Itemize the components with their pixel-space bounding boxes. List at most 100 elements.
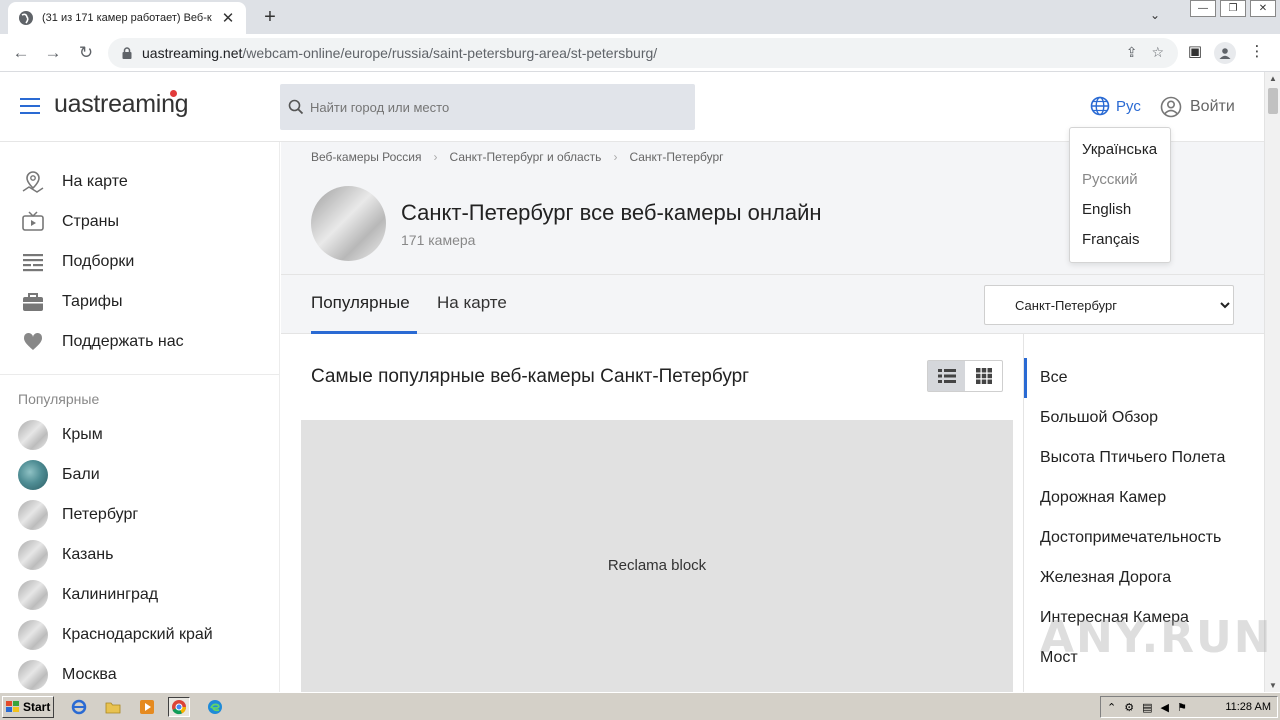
url-path: /webcam-online/europe/russia/saint-peter… xyxy=(242,45,658,61)
browser-tab-bar: (31 из 171 камер работает) Веб-к ✕ + ⌄ —… xyxy=(0,0,1280,34)
lang-option-ukrainian[interactable]: Українська xyxy=(1070,138,1170,168)
hamburger-menu-icon[interactable] xyxy=(20,98,40,114)
tab-popular[interactable]: Популярные xyxy=(311,293,410,313)
popular-item-label: Москва xyxy=(62,666,117,683)
search-box[interactable] xyxy=(280,84,695,130)
list-view-icon xyxy=(937,369,956,383)
new-tab-button[interactable]: + xyxy=(258,6,282,30)
list-view-button[interactable] xyxy=(928,361,965,391)
reload-icon[interactable]: ↻ xyxy=(75,43,97,65)
url-host: uastreaming.net xyxy=(142,45,243,61)
popular-item-kazan[interactable]: Казань xyxy=(0,535,279,575)
tab-title: (31 из 171 камер работает) Веб-к xyxy=(42,12,212,24)
heart-icon xyxy=(20,329,46,355)
lock-icon xyxy=(122,47,132,59)
tabs-row: Популярные На карте Санкт-Петербург xyxy=(281,274,1264,335)
login-button[interactable]: Войти xyxy=(1160,96,1235,118)
restore-button[interactable]: ❐ xyxy=(1220,0,1246,17)
place-thumbnail xyxy=(18,420,48,450)
profile-button[interactable] xyxy=(1214,42,1236,64)
sidebar-item-countries[interactable]: Страны xyxy=(0,202,279,242)
category-item[interactable]: Железная Дорога xyxy=(1040,558,1225,598)
grid-view-button[interactable] xyxy=(965,361,1002,391)
minimize-button[interactable]: — xyxy=(1190,0,1216,17)
breadcrumb-chevron-icon: › xyxy=(613,150,618,164)
tray-network-icon[interactable]: ▤ xyxy=(1142,701,1152,714)
sidebar-item-support[interactable]: Поддержать нас xyxy=(0,322,279,362)
ie-icon[interactable] xyxy=(68,697,90,717)
chrome-icon[interactable] xyxy=(168,697,190,717)
sidebar-item-label: Поддержать нас xyxy=(62,333,184,350)
popular-item-label: Петербург xyxy=(62,506,139,523)
site-logo[interactable]: uastreaming xyxy=(54,90,189,119)
breadcrumb-item-current: Санкт-Петербург xyxy=(629,150,724,164)
view-toggle xyxy=(927,360,1003,392)
sidebar: На карте Страны Подборки Тарифы Поддержа… xyxy=(0,142,280,692)
lang-option-russian[interactable]: Русский xyxy=(1070,168,1170,198)
tab-close-icon[interactable]: ✕ xyxy=(220,9,236,27)
sidepanel-icon[interactable]: ▣ xyxy=(1184,42,1206,64)
browser-tab[interactable]: (31 из 171 камер работает) Веб-к ✕ xyxy=(8,2,246,34)
popular-item-moscow[interactable]: Москва xyxy=(0,655,279,692)
grid-view-icon xyxy=(975,368,992,384)
language-button[interactable]: Рус xyxy=(1090,96,1141,116)
tray-expand-icon[interactable]: ⌃ xyxy=(1107,701,1116,714)
popular-item-petersburg[interactable]: Петербург xyxy=(0,495,279,535)
globe-favicon-icon xyxy=(19,11,33,25)
media-player-icon[interactable] xyxy=(136,697,158,717)
category-item-all[interactable]: Все xyxy=(1040,358,1225,398)
briefcase-icon xyxy=(20,289,46,315)
browser-menu-icon[interactable]: ⋮ xyxy=(1246,42,1268,64)
tray-volume-icon[interactable]: ◀ xyxy=(1161,701,1169,714)
category-item[interactable]: Высота Птичьего Полета xyxy=(1040,438,1225,478)
category-item[interactable]: Достопримечательность xyxy=(1040,518,1225,558)
folder-icon[interactable] xyxy=(102,697,124,717)
sidebar-item-map[interactable]: На карте xyxy=(0,162,279,202)
city-select[interactable]: Санкт-Петербург xyxy=(984,285,1234,325)
place-thumbnail xyxy=(18,540,48,570)
globe-icon xyxy=(1090,96,1110,116)
breadcrumb-item[interactable]: Веб-камеры Россия xyxy=(311,150,422,164)
lang-option-french[interactable]: Français xyxy=(1070,228,1170,258)
scroll-down-icon[interactable]: ▼ xyxy=(1269,681,1277,690)
popular-item-krasnodar[interactable]: Краснодарский край xyxy=(0,615,279,655)
language-dropdown: Українська Русский English Français xyxy=(1069,127,1171,263)
cameras-section: Самые популярные веб-камеры Санкт-Петерб… xyxy=(281,334,1023,692)
forward-arrow-icon[interactable]: → xyxy=(42,43,64,65)
category-item[interactable]: Большой Обзор xyxy=(1040,398,1225,438)
edge-icon[interactable] xyxy=(204,697,226,717)
tab-search-icon[interactable]: ⌄ xyxy=(1150,8,1160,22)
close-window-button[interactable]: ✕ xyxy=(1250,0,1276,17)
page-scrollbar[interactable]: ▲ ▼ xyxy=(1264,72,1280,692)
list-icon xyxy=(20,249,46,275)
sidebar-item-tariffs[interactable]: Тарифы xyxy=(0,282,279,322)
tray-tools-icon[interactable]: ⚙ xyxy=(1124,701,1134,714)
place-thumbnail xyxy=(18,580,48,610)
sidebar-item-label: Подборки xyxy=(62,253,135,270)
system-tray: ⌃ ⚙ ▤ ◀ ⚑ 11:28 AM xyxy=(1100,696,1278,718)
lang-option-english[interactable]: English xyxy=(1070,198,1170,228)
popular-item-crimea[interactable]: Крым xyxy=(0,415,279,455)
windows-taskbar: Start ⌃ ⚙ ▤ ◀ ⚑ 11:28 AM xyxy=(0,692,1280,720)
logo-dot-icon xyxy=(170,90,177,97)
windows-logo-icon xyxy=(6,701,19,712)
tray-flag-icon[interactable]: ⚑ xyxy=(1177,701,1187,714)
popular-item-kaliningrad[interactable]: Калининград xyxy=(0,575,279,615)
star-icon[interactable]: ☆ xyxy=(1151,44,1164,61)
scrollbar-thumb[interactable] xyxy=(1268,88,1278,114)
search-input[interactable] xyxy=(310,99,680,115)
sidebar-item-collections[interactable]: Подборки xyxy=(0,242,279,282)
popular-item-label: Калининград xyxy=(62,586,159,603)
breadcrumb-item[interactable]: Санкт-Петербург и область xyxy=(450,150,602,164)
tab-map[interactable]: На карте xyxy=(437,293,507,313)
scroll-up-icon[interactable]: ▲ xyxy=(1269,74,1277,83)
popular-item-label: Бали xyxy=(62,466,100,483)
camera-count: 171 камера xyxy=(401,232,476,248)
start-button[interactable]: Start xyxy=(2,696,54,718)
back-arrow-icon[interactable]: ← xyxy=(10,43,32,65)
address-bar[interactable]: uastreaming.net/webcam-online/europe/rus… xyxy=(108,38,1178,68)
popular-item-label: Краснодарский край xyxy=(62,626,213,643)
popular-item-bali[interactable]: Бали xyxy=(0,455,279,495)
category-item[interactable]: Дорожная Камер xyxy=(1040,478,1225,518)
share-icon[interactable]: ⇪ xyxy=(1126,44,1138,61)
